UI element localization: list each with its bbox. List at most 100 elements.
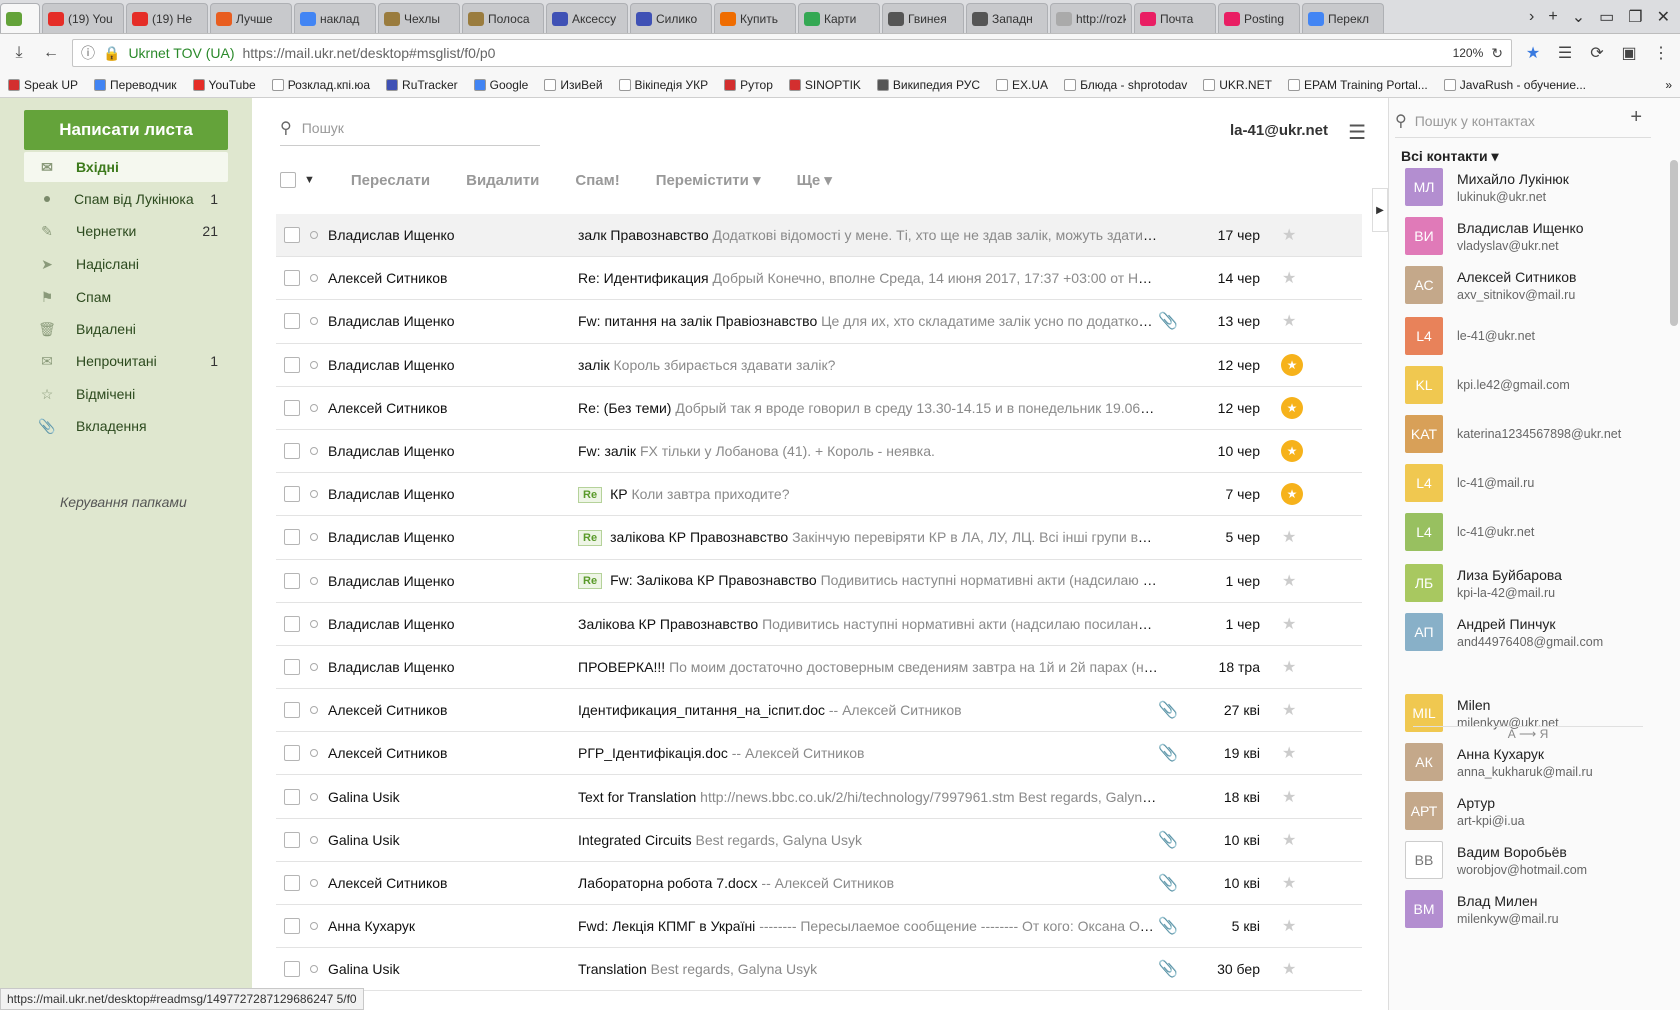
contact-item[interactable]: АП Андрей Пинчук and44976408@gmail.com (1405, 613, 1603, 651)
read-status-dot[interactable] (310, 922, 318, 931)
contacts-scrollbar[interactable] (1670, 160, 1678, 326)
message-subject-line[interactable]: РГР_Ідентифікація.doc -- Алексей Ситнико… (578, 745, 1158, 761)
mail-search[interactable]: ⚲ Пошук (280, 110, 540, 146)
read-status-dot[interactable] (310, 965, 318, 974)
table-row[interactable]: Владислав Ищенко ПРОВЕРКА!!! По моим дост… (276, 646, 1362, 690)
bookmarks-list-icon[interactable]: ☰ (1554, 43, 1576, 63)
message-subject-line[interactable]: Re: Идентификация Добрый Конечно, вполне… (578, 270, 1158, 286)
message-subject-line[interactable]: Text for Translation http://news.bbc.co.… (578, 789, 1158, 805)
star-icon[interactable]: ★ (1281, 353, 1303, 376)
collapse-contacts-toggle[interactable]: ▶ (1372, 188, 1388, 232)
star-icon[interactable]: ★ (1282, 743, 1296, 763)
contact-item[interactable]: АК Анна Кухарук anna_kukharuk@mail.ru (1405, 743, 1593, 781)
star-icon[interactable]: ★ (1281, 396, 1303, 419)
read-status-dot[interactable] (310, 403, 318, 412)
bookmark-item[interactable]: Блюда - shprotodav (1064, 78, 1187, 92)
browser-tab[interactable]: Почта (1134, 3, 1216, 33)
bookmark-item[interactable]: Рутор (724, 78, 773, 92)
restore-icon[interactable]: ❐ (1628, 7, 1642, 27)
browser-tab[interactable]: Силико (630, 3, 712, 33)
star-icon[interactable]: ★ (1282, 571, 1296, 591)
contact-item[interactable]: ВИ Владислав Ищенко vladyslav@ukr.net (1405, 217, 1584, 255)
star-icon[interactable]: ★ (1282, 916, 1296, 936)
browser-tab[interactable]: Западн (966, 3, 1048, 33)
star-icon[interactable]: ★ (1282, 787, 1296, 807)
folder-unread[interactable]: ✉ Непрочитані 1 (24, 346, 228, 376)
browser-tab[interactable]: Posting (1218, 3, 1300, 33)
table-row[interactable]: Владислав Ищенко Re Fw: Залікова КР Правоз… (276, 560, 1362, 603)
account-email[interactable]: la-41@ukr.net (1230, 122, 1328, 139)
message-subject-line[interactable]: залк Правознавство Додаткові відомості у… (578, 227, 1158, 243)
hamburger-menu-icon[interactable]: ☰ (1348, 120, 1366, 145)
bookmark-item[interactable]: Google (473, 78, 528, 92)
bookmark-item[interactable]: Переводчик (94, 78, 177, 92)
row-checkbox[interactable] (284, 227, 300, 244)
folder-star[interactable]: ☆ Відмічені (24, 379, 228, 409)
message-subject-line[interactable]: Fwd: Лекція КПМГ в Україні -------- Пере… (578, 918, 1158, 934)
contact-item[interactable]: ВВ Вадим Воробьёв worobjov@hotmail.com (1405, 841, 1587, 879)
star-icon[interactable]: ★ (1282, 614, 1296, 634)
select-all-checkbox[interactable] (280, 172, 296, 188)
browser-tab[interactable]: наклад (294, 3, 376, 33)
contacts-search-input[interactable]: Пошук у контактах (1415, 113, 1535, 129)
compose-button[interactable]: Написати листа (24, 110, 228, 150)
row-checkbox[interactable] (284, 745, 300, 762)
contact-item[interactable]: АС Алексей Ситников axv_sitnikov@mail.ru (1405, 266, 1576, 304)
read-status-dot[interactable] (310, 619, 318, 628)
message-subject-line[interactable]: Лабораторна робота 7.docx -- Алексей Сит… (578, 875, 1158, 891)
message-subject-line[interactable]: ПРОВЕРКА!!! По моим достаточно достоверн… (578, 659, 1158, 675)
read-status-dot[interactable] (310, 662, 318, 671)
table-row[interactable]: Владислав Ищенко залк Правознавство Додат… (276, 214, 1362, 258)
sync-icon[interactable]: ⟳ (1586, 43, 1608, 63)
message-subject-line[interactable]: Translation Best regards, Galyna Usyk (578, 961, 1158, 977)
star-icon[interactable]: ★ (1282, 268, 1296, 288)
spam-button[interactable]: Спам! (575, 172, 619, 189)
table-row[interactable]: Galina Usik Integrated Circuits Best rega… (276, 819, 1362, 862)
forward-button[interactable]: Переслати (351, 172, 430, 189)
manage-folders-link[interactable]: Керування папками (60, 494, 187, 510)
close-icon[interactable]: ✕ (1657, 7, 1670, 27)
star-icon[interactable]: ★ (1281, 440, 1303, 463)
star-icon[interactable]: ★ (1282, 873, 1296, 893)
info-icon[interactable]: ⓘ (81, 43, 95, 63)
read-status-dot[interactable] (310, 317, 318, 326)
new-tab-icon[interactable]: + (1548, 8, 1557, 26)
bookmark-item[interactable]: EX.UA (996, 78, 1048, 92)
select-dropdown-icon[interactable]: ▼ (304, 174, 315, 186)
row-checkbox[interactable] (284, 486, 300, 503)
row-checkbox[interactable] (284, 831, 300, 848)
table-row[interactable]: Алексей Ситников РГР_Ідентифікація.doc --… (276, 732, 1362, 776)
row-checkbox[interactable] (284, 270, 300, 287)
tab-list-icon[interactable]: ⌄ (1572, 7, 1585, 27)
bookmark-item[interactable]: UKR.NET (1203, 78, 1272, 92)
star-icon[interactable]: ★ (1282, 527, 1296, 547)
delete-button[interactable]: Видалити (466, 172, 539, 189)
bookmark-item[interactable]: Вікіпедія УКР (618, 78, 708, 92)
star-icon[interactable]: ★ (1282, 311, 1296, 331)
folder-bullet[interactable]: Спам від Лукінюка 1 (24, 184, 228, 214)
contacts-search[interactable]: ⚲ Пошук у контактах (1395, 104, 1651, 138)
contact-item[interactable]: L4 le-41@ukr.net (1405, 317, 1535, 355)
table-row[interactable]: Владислав Ищенко Fw: питання на залік Пра… (276, 300, 1362, 344)
browser-tab[interactable]: Перекл (1302, 3, 1384, 33)
read-status-dot[interactable] (310, 792, 318, 801)
address-bar[interactable]: ⓘ 🔒 Ukrnet TOV (UA) https://mail.ukr.net… (72, 39, 1512, 67)
bookmark-item[interactable]: JavaRush - обучение... (1443, 78, 1586, 92)
table-row[interactable]: Владислав Ищенко Fw: залік FX тільки у Ло… (276, 430, 1362, 474)
browser-tab[interactable]: http://rozkla (1050, 3, 1132, 33)
zoom-level[interactable]: 120% (1453, 46, 1484, 60)
star-icon[interactable]: ★ (1282, 225, 1296, 245)
back-icon[interactable]: ← (40, 44, 62, 62)
table-row[interactable]: Владислав Ищенко Re КР Коли завтра приходи… (276, 473, 1362, 517)
more-button[interactable]: Ще ▾ (797, 171, 832, 189)
message-subject-line[interactable]: Re Fw: Залікова КР Правознавство Подивити… (578, 572, 1158, 590)
bookmark-star-icon[interactable]: ★ (1522, 43, 1544, 63)
select-all-control[interactable]: ▼ (280, 172, 315, 188)
read-status-dot[interactable] (310, 231, 318, 240)
message-subject-line[interactable]: Integrated Circuits Best regards, Galyna… (578, 832, 1158, 848)
bookmark-item[interactable]: Розклад.кпі.юа (271, 78, 370, 92)
star-icon[interactable]: ★ (1282, 657, 1296, 677)
row-checkbox[interactable] (284, 702, 300, 719)
row-checkbox[interactable] (284, 313, 300, 330)
folder-drafts[interactable]: ✎ Чернетки 21 (24, 216, 228, 246)
